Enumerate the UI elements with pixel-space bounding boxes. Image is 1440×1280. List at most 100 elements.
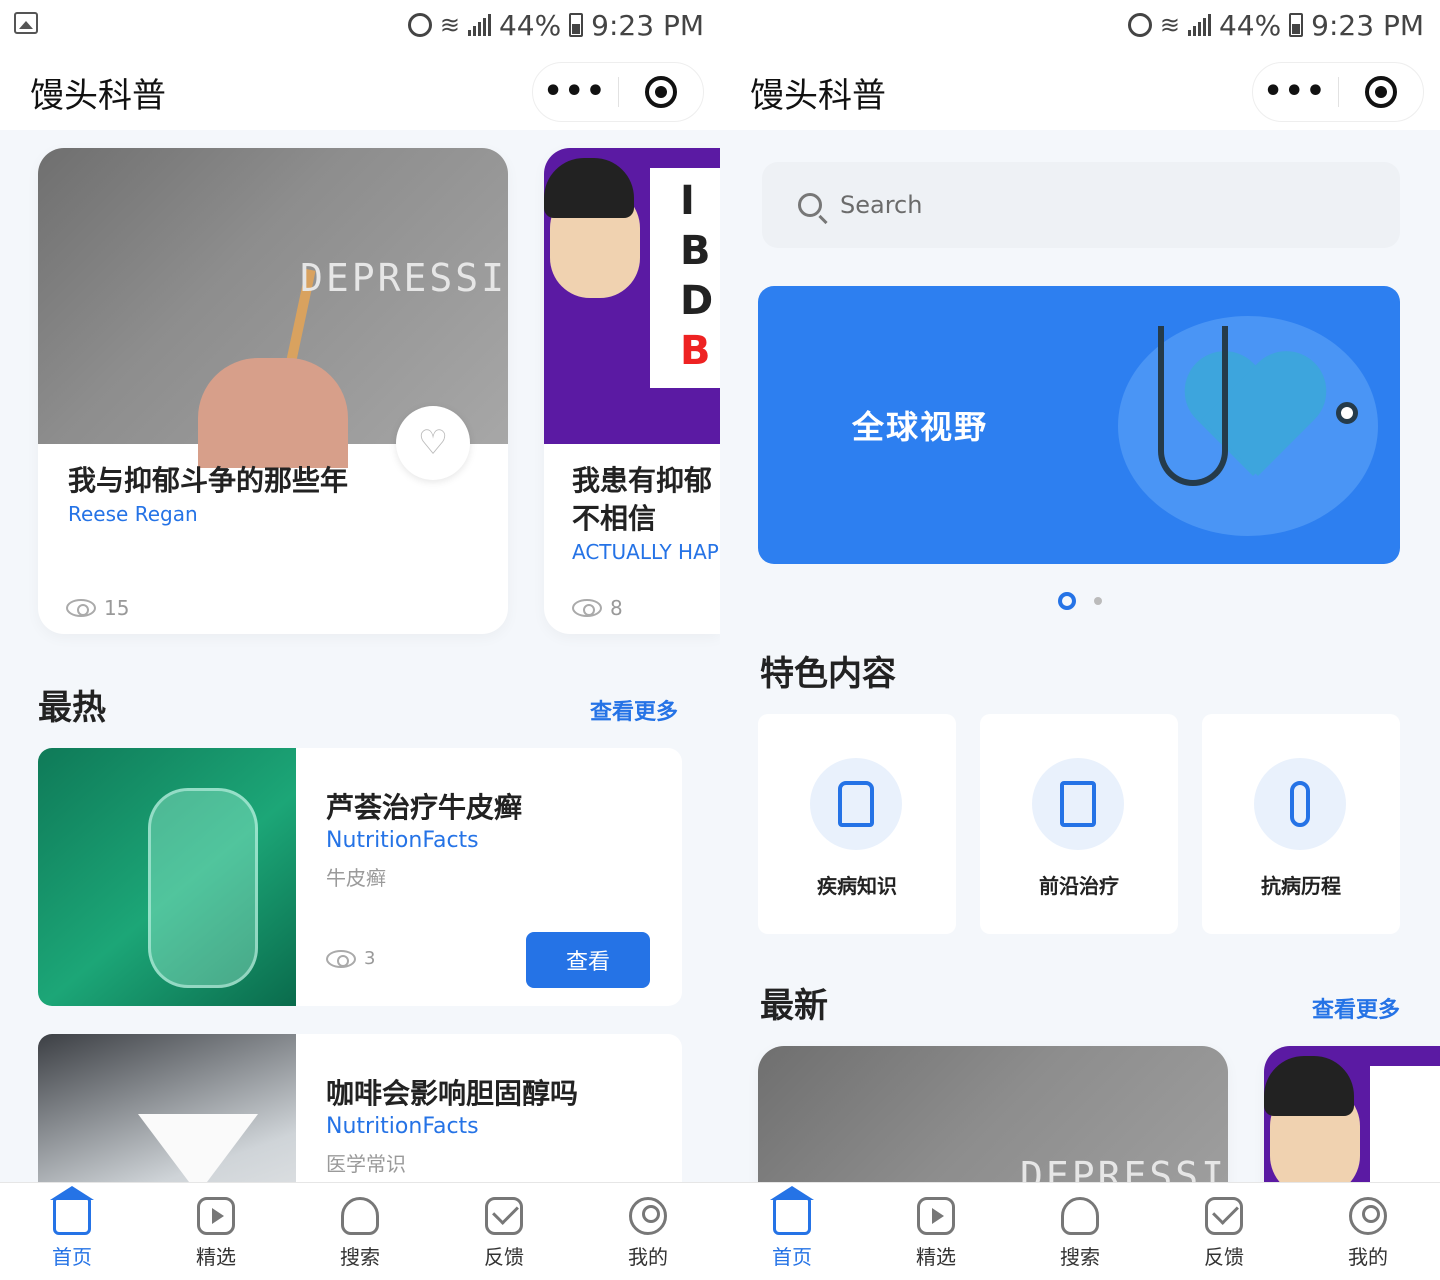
video-icon xyxy=(917,1197,955,1235)
feature-disease-knowledge[interactable]: 疾病知识 xyxy=(758,714,956,934)
carousel-indicator xyxy=(1058,592,1102,610)
more-menu-button[interactable]: ••• xyxy=(533,62,618,122)
carousel-dot[interactable] xyxy=(1094,597,1102,605)
item-tag: 医学常识 xyxy=(326,1152,406,1176)
signal-icon xyxy=(467,14,491,36)
treatment-glyph xyxy=(1060,781,1096,827)
card-author[interactable]: ACTUALLY HAPPY xyxy=(572,540,720,564)
home-icon xyxy=(770,1186,814,1235)
image-notification-icon xyxy=(14,12,38,34)
view-count: 8 xyxy=(572,596,623,620)
tab-home[interactable]: 首页 xyxy=(0,1183,144,1280)
section-title-latest: 最新 xyxy=(760,986,828,1026)
user-icon xyxy=(1349,1197,1387,1235)
wifi-icon: ≋ xyxy=(439,11,460,39)
title-bar: 馒头科普 ••• xyxy=(0,50,720,130)
feature-label: 前沿治疗 xyxy=(1039,874,1119,898)
close-miniapp-button[interactable] xyxy=(619,76,704,108)
eye-icon xyxy=(572,599,602,617)
battery-icon xyxy=(1289,13,1304,37)
see-more-link[interactable]: 查看更多 xyxy=(590,694,678,726)
item-author[interactable]: NutritionFacts xyxy=(326,1114,479,1139)
item-title: 咖啡会影响胆固醇吗 xyxy=(326,1077,579,1110)
search-icon xyxy=(798,193,822,217)
cartoon-hair xyxy=(544,158,634,218)
app-title: 馒头科普 xyxy=(750,76,886,116)
cartoon-poster: I B D B xyxy=(650,168,720,388)
tab-profile[interactable]: 我的 xyxy=(1296,1183,1440,1280)
view-count-value: 3 xyxy=(364,948,376,969)
video-icon xyxy=(197,1197,235,1235)
card-title: 我患有抑郁不相信 xyxy=(572,464,713,535)
alarm-icon xyxy=(407,13,432,37)
item-author[interactable]: NutritionFacts xyxy=(326,828,479,853)
view-count: 3 xyxy=(326,948,375,969)
more-menu-button[interactable]: ••• xyxy=(1253,62,1338,122)
section-title-hot: 最热 xyxy=(38,688,106,728)
featured-card[interactable]: DEPRESSION ♡ 我与抑郁斗争的那些年 Reese Regan 15 xyxy=(38,148,508,634)
cartoon-hair xyxy=(1264,1056,1354,1116)
close-miniapp-button[interactable] xyxy=(1339,76,1424,108)
user-icon xyxy=(629,1197,667,1235)
battery-percent: 44% xyxy=(1218,8,1282,42)
card-image: I B D B xyxy=(544,148,720,444)
clock: 9:23 PM xyxy=(591,8,704,42)
home-icon xyxy=(50,1186,94,1235)
battery-percent: 44% xyxy=(498,8,562,42)
person-icon xyxy=(1254,758,1346,850)
feature-label: 疾病知识 xyxy=(817,874,897,898)
stethoscope-icon xyxy=(341,1197,379,1235)
tab-bar: 首页 精选 搜索 反馈 我的 xyxy=(720,1182,1440,1280)
see-more-link[interactable]: 查看更多 xyxy=(1312,992,1400,1024)
tab-label: 反馈 xyxy=(1204,1245,1244,1269)
tab-feedback[interactable]: 反馈 xyxy=(432,1183,576,1280)
signal-icon xyxy=(1187,14,1211,36)
tab-label: 我的 xyxy=(1348,1245,1388,1269)
tab-profile[interactable]: 我的 xyxy=(576,1183,720,1280)
tab-home[interactable]: 首页 xyxy=(720,1183,864,1280)
favorite-button[interactable]: ♡ xyxy=(396,406,470,480)
tab-feedback[interactable]: 反馈 xyxy=(1152,1183,1296,1280)
stethoscope-icon xyxy=(1061,1197,1099,1235)
heart-icon: ♡ xyxy=(417,423,449,463)
feature-fight-story[interactable]: 抗病历程 xyxy=(1202,714,1400,934)
view-button[interactable]: 查看 xyxy=(526,932,650,988)
view-count-value: 8 xyxy=(610,596,623,620)
banner-carousel[interactable]: 全球视野 xyxy=(758,286,1400,564)
featured-card[interactable]: I B D B 我患有抑郁不相信 ACTUALLY HAPPY 8 xyxy=(544,148,720,634)
search-bar[interactable] xyxy=(762,162,1400,248)
status-indicators: ≋ 44% 9:23 PM xyxy=(1127,6,1424,44)
view-count: 15 xyxy=(66,596,129,620)
eye-icon xyxy=(326,949,356,968)
search-input[interactable] xyxy=(840,191,1340,219)
microscope-glyph xyxy=(838,781,874,827)
status-bar: ≋ 44% 9:23 PM xyxy=(0,0,720,50)
miniapp-capsule: ••• xyxy=(1252,62,1424,122)
tab-label: 搜索 xyxy=(1060,1245,1100,1269)
list-item[interactable]: 芦荟治疗牛皮癣 NutritionFacts 牛皮癣 3 查看 xyxy=(38,748,682,1006)
item-title: 芦荟治疗牛皮癣 xyxy=(326,791,523,824)
stethoscope-icon xyxy=(1158,326,1228,486)
tab-label: 反馈 xyxy=(484,1245,524,1269)
card-author[interactable]: Reese Regan xyxy=(68,502,198,526)
carousel-dot-active[interactable] xyxy=(1058,592,1076,610)
tab-search[interactable]: 搜索 xyxy=(1008,1183,1152,1280)
tab-featured[interactable]: 精选 xyxy=(144,1183,288,1280)
status-indicators: ≋ 44% 9:23 PM xyxy=(407,6,704,44)
jar-shape xyxy=(148,788,258,988)
title-bar: 馒头科普 ••• xyxy=(720,50,1440,130)
tab-label: 搜索 xyxy=(340,1245,380,1269)
alarm-icon xyxy=(1127,13,1152,37)
tab-search[interactable]: 搜索 xyxy=(288,1183,432,1280)
tab-bar: 首页 精选 搜索 反馈 我的 xyxy=(0,1182,720,1280)
status-bar: ≋ 44% 9:23 PM xyxy=(720,0,1440,50)
section-title-featured: 特色内容 xyxy=(760,654,896,694)
feedback-icon xyxy=(1205,1197,1243,1235)
hand-shape xyxy=(198,358,348,468)
stethoscope-chestpiece xyxy=(1336,402,1358,424)
image-caption: DEPRESSION xyxy=(300,256,508,300)
feature-frontier-treatment[interactable]: 前沿治疗 xyxy=(980,714,1178,934)
treatment-icon xyxy=(1032,758,1124,850)
tab-featured[interactable]: 精选 xyxy=(864,1183,1008,1280)
feedback-icon xyxy=(485,1197,523,1235)
